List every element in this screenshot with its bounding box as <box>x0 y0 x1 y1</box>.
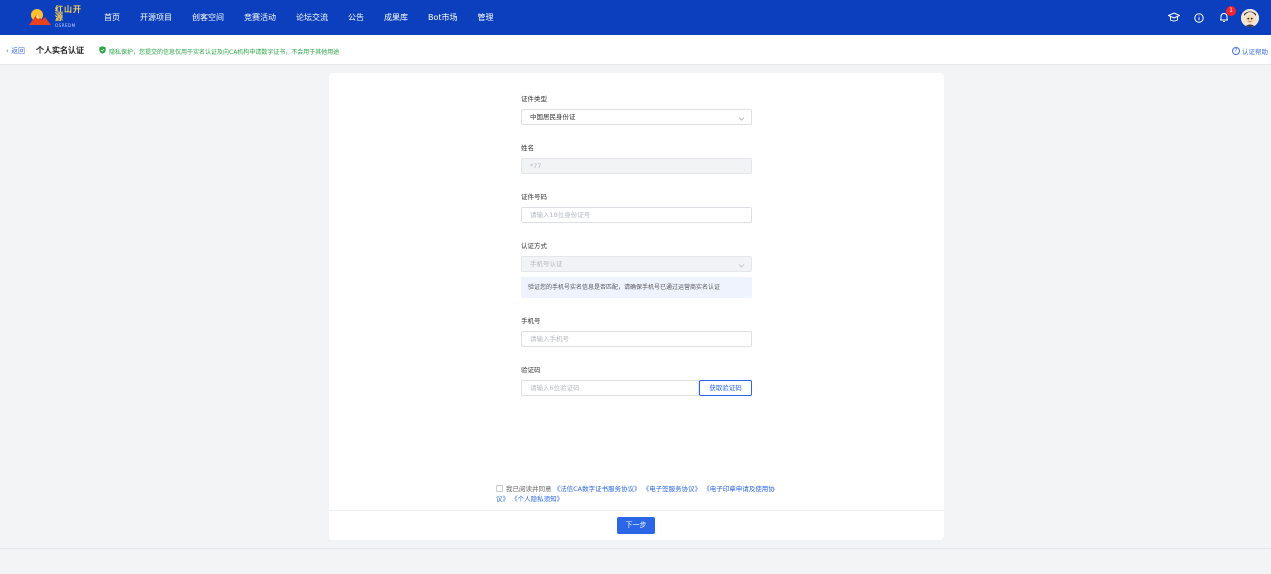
phone-input[interactable]: 请输入手机号 <box>521 331 752 347</box>
get-code-button[interactable]: 获取验证码 <box>699 380 752 396</box>
chevron-down-icon <box>738 260 745 274</box>
page-bottom-divider <box>0 548 1271 549</box>
verification-form: 证件类型 中国居民身份证 姓名 *77 证件号码 请输入18位身份证号 认证方式… <box>521 95 752 396</box>
question-icon: ? <box>1232 47 1240 55</box>
code-row: 请输入6位验证码 获取验证码 <box>521 380 752 396</box>
nav-right-tools: 1 <box>1156 0 1259 35</box>
id-type-value: 中国居民身份证 <box>530 113 576 121</box>
id-number-placeholder: 请输入18位身份证号 <box>530 211 591 219</box>
id-number-input[interactable]: 请输入18位身份证号 <box>521 207 752 223</box>
footer-divider <box>329 510 944 511</box>
logo-subname: OSREDM <box>55 23 76 28</box>
agreement-checkbox[interactable] <box>496 485 503 492</box>
phone-placeholder: 请输入手机号 <box>530 335 569 343</box>
nav-item-bot-market[interactable]: Bot市场 <box>428 12 458 23</box>
shield-check-icon <box>99 46 106 56</box>
page-header: ‹ 返回 个人实名认证 隐私保护，您提交的信息仅用于实名认证及向CA机构申请数字… <box>0 35 1271 65</box>
nav-item-maker-space[interactable]: 创客空间 <box>192 12 224 23</box>
site-logo[interactable]: 红山开源 OSREDM <box>28 5 90 28</box>
nav-item-announcements[interactable]: 公告 <box>348 12 364 23</box>
id-type-label: 证件类型 <box>521 95 547 103</box>
verification-card: 证件类型 中国居民身份证 姓名 *77 证件号码 请输入18位身份证号 认证方式… <box>329 73 944 540</box>
privacy-notice-link[interactable]: 《个人隐私须知》 <box>511 495 563 503</box>
privacy-text: 隐私保护，您提交的信息仅用于实名认证及向CA机构申请数字证书，不会用于其他用途 <box>109 48 340 56</box>
graduation-cap-icon[interactable] <box>1167 11 1181 25</box>
code-placeholder: 请输入6位验证码 <box>530 384 580 392</box>
back-label: 返回 <box>11 47 26 55</box>
id-number-label: 证件号码 <box>521 193 547 201</box>
phone-label: 手机号 <box>521 317 541 325</box>
auth-method-label: 认证方式 <box>521 242 547 250</box>
auth-method-value: 手机号认证 <box>530 260 563 268</box>
agreement-prefix: 我已阅读并同意 <box>506 485 552 493</box>
logo-name: 红山开源 <box>55 5 82 22</box>
auth-method-select[interactable]: 手机号认证 <box>521 256 752 272</box>
user-avatar[interactable] <box>1241 8 1259 27</box>
auth-method-note: 验证您的手机号实名信息是否匹配，请确保手机号已通过运营商实名认证 <box>521 277 752 298</box>
name-value: *77 <box>530 162 542 170</box>
main-menu: 首页 开源项目 创客空间 竞赛活动 论坛交流 公告 成果库 Bot市场 管理 <box>104 0 514 35</box>
nav-item-forum[interactable]: 论坛交流 <box>296 12 328 23</box>
chevron-down-icon <box>738 113 745 127</box>
agreement-text: 我已阅读并同意 《法信CA数字证书服务协议》 《电子签服务协议》 《电子印章申请… <box>496 484 786 504</box>
help-label: 认证帮助 <box>1242 48 1268 56</box>
nav-item-achievements[interactable]: 成果库 <box>384 12 408 23</box>
logo-mark-icon <box>28 7 52 27</box>
privacy-notice: 隐私保护，您提交的信息仅用于实名认证及向CA机构申请数字证书，不会用于其他用途 <box>99 46 339 56</box>
code-label: 验证码 <box>521 366 541 374</box>
nav-item-admin[interactable]: 管理 <box>478 12 494 23</box>
top-nav-bar: 红山开源 OSREDM 首页 开源项目 创客空间 竞赛活动 论坛交流 公告 成果… <box>0 0 1271 35</box>
page-title: 个人实名认证 <box>36 46 84 55</box>
ca-certificate-agreement-link[interactable]: 《法信CA数字证书服务协议》 <box>554 485 641 493</box>
back-button[interactable]: ‹ 返回 <box>6 46 25 56</box>
code-input[interactable]: 请输入6位验证码 <box>521 380 699 396</box>
nav-item-projects[interactable]: 开源项目 <box>140 12 172 23</box>
notification-badge: 1 <box>1226 5 1236 16</box>
id-type-select[interactable]: 中国居民身份证 <box>521 109 752 125</box>
info-icon[interactable] <box>1192 11 1206 25</box>
next-step-button[interactable]: 下一步 <box>617 517 655 534</box>
name-field: *77 <box>521 158 752 174</box>
nav-item-home[interactable]: 首页 <box>104 12 120 23</box>
help-link[interactable]: ? 认证帮助 <box>1232 46 1268 56</box>
e-sign-agreement-link[interactable]: 《电子签服务协议》 <box>643 485 702 493</box>
name-label: 姓名 <box>521 144 534 152</box>
bell-icon[interactable]: 1 <box>1217 5 1236 25</box>
nav-item-competitions[interactable]: 竞赛活动 <box>244 12 276 23</box>
